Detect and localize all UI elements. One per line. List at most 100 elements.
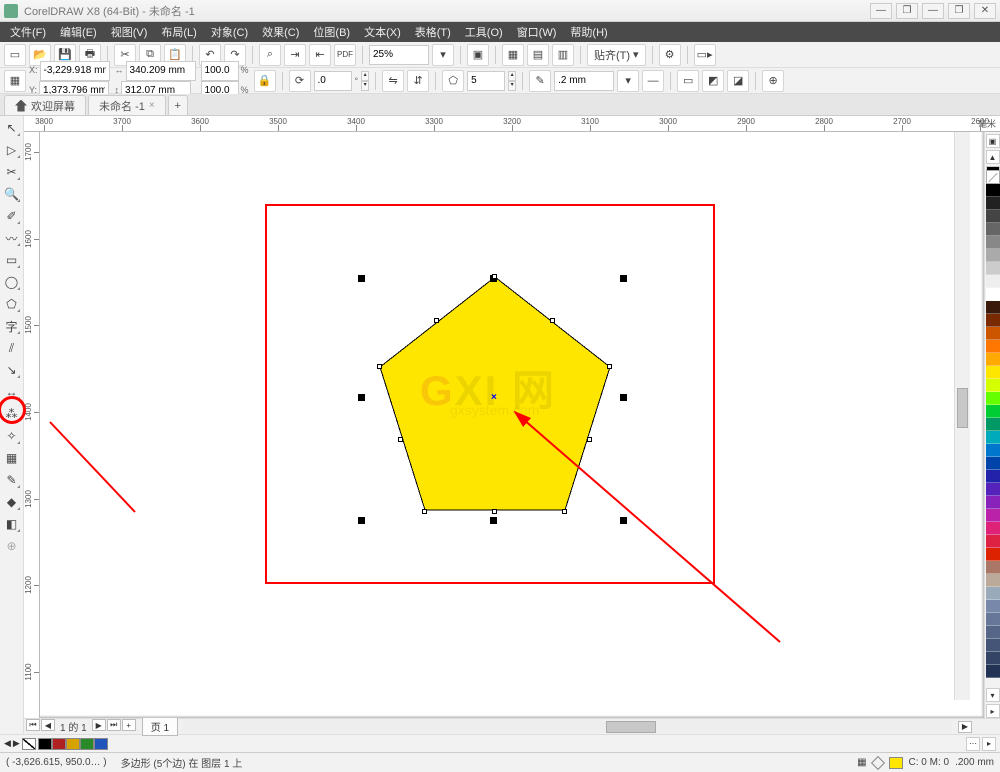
doc-swatch[interactable] bbox=[80, 738, 94, 750]
sel-handle-nw[interactable] bbox=[358, 275, 365, 282]
order-back-button[interactable]: ◪ bbox=[727, 70, 749, 92]
minimize-button[interactable]: — bbox=[922, 3, 944, 19]
color-swatch[interactable] bbox=[986, 301, 1000, 314]
polygon-tool[interactable]: ⬠ bbox=[2, 294, 22, 314]
color-swatch[interactable] bbox=[986, 366, 1000, 379]
docker-toggle-1[interactable]: ▣ bbox=[986, 134, 1000, 148]
transparency-tool[interactable]: ▦ bbox=[2, 448, 22, 468]
menu-window[interactable]: 窗口(W) bbox=[511, 22, 563, 42]
palette-down[interactable]: ▾ bbox=[986, 688, 1000, 702]
node-edge-r[interactable] bbox=[587, 437, 592, 442]
origin-button[interactable]: ▦ bbox=[4, 70, 26, 92]
tab-untitled[interactable]: 未命名 -1× bbox=[88, 95, 166, 115]
color-swatch[interactable] bbox=[986, 392, 1000, 405]
scrollbar-horizontal[interactable] bbox=[184, 721, 952, 733]
palette-menu[interactable]: ▸ bbox=[986, 704, 1000, 718]
color-swatch[interactable] bbox=[986, 665, 1000, 678]
mirror-h-button[interactable]: ⇋ bbox=[382, 70, 404, 92]
import-button[interactable]: ⇥ bbox=[284, 44, 306, 66]
launch-button[interactable]: ▭▸ bbox=[694, 44, 716, 66]
palette-opts1[interactable]: ⋯ bbox=[966, 737, 980, 751]
color-swatch[interactable] bbox=[986, 548, 1000, 561]
swatch-nocolor[interactable] bbox=[986, 170, 1000, 184]
color-swatch[interactable] bbox=[986, 353, 1000, 366]
color-proof-icon[interactable]: ▦ bbox=[857, 757, 866, 768]
options-button[interactable]: ⚙ bbox=[659, 44, 681, 66]
color-swatch[interactable] bbox=[986, 587, 1000, 600]
color-swatch[interactable] bbox=[986, 379, 1000, 392]
swatch-none[interactable] bbox=[22, 738, 36, 750]
color-swatch[interactable] bbox=[986, 535, 1000, 548]
sel-handle-s[interactable] bbox=[490, 517, 497, 524]
sel-handle-w[interactable] bbox=[358, 394, 365, 401]
scrollbar-v-thumb[interactable] bbox=[957, 388, 968, 428]
lock-ratio-button[interactable]: 🔒 bbox=[254, 70, 276, 92]
artistic-media-tool[interactable]: 〰 bbox=[2, 228, 22, 248]
node-edge-tl[interactable] bbox=[434, 318, 439, 323]
rotation-spinner[interactable]: ▴▾ bbox=[361, 71, 369, 91]
scalex-field[interactable] bbox=[201, 61, 239, 81]
tab-welcome[interactable]: 欢迎屏幕 bbox=[4, 95, 86, 115]
color-swatch[interactable] bbox=[986, 509, 1000, 522]
color-swatch[interactable] bbox=[986, 314, 1000, 327]
color-swatch[interactable] bbox=[986, 236, 1000, 249]
node-br[interactable] bbox=[562, 509, 567, 514]
page-next[interactable]: ▶ bbox=[92, 719, 106, 731]
scrollbar-vertical[interactable] bbox=[954, 132, 970, 700]
outline-width-field[interactable] bbox=[554, 71, 614, 91]
wrap-button[interactable]: ▭ bbox=[677, 70, 699, 92]
menu-effects[interactable]: 效果(C) bbox=[256, 22, 305, 42]
color-swatch[interactable] bbox=[986, 457, 1000, 470]
outline-style-button[interactable]: — bbox=[642, 70, 664, 92]
sel-handle-ne[interactable] bbox=[620, 275, 627, 282]
color-swatch[interactable] bbox=[986, 249, 1000, 262]
page-first[interactable]: ⏮ bbox=[26, 719, 40, 731]
grid2-button[interactable]: ▤ bbox=[527, 44, 549, 66]
color-swatch[interactable] bbox=[986, 431, 1000, 444]
page-prev[interactable]: ◀ bbox=[41, 719, 55, 731]
grid3-button[interactable]: ▥ bbox=[552, 44, 574, 66]
tab-new[interactable]: + bbox=[168, 95, 188, 115]
color-swatch[interactable] bbox=[986, 275, 1000, 288]
export-button[interactable]: ⇤ bbox=[309, 44, 331, 66]
wingroup-min-button[interactable]: — bbox=[870, 3, 892, 19]
menu-edit[interactable]: 编辑(E) bbox=[54, 22, 103, 42]
color-swatch[interactable] bbox=[986, 327, 1000, 340]
add-tool-button[interactable]: ⊕ bbox=[2, 536, 22, 556]
menu-view[interactable]: 视图(V) bbox=[105, 22, 154, 42]
outline-tool[interactable]: ◧ bbox=[2, 514, 22, 534]
outline-drop[interactable]: ▾ bbox=[617, 70, 639, 92]
x-field[interactable] bbox=[40, 61, 110, 81]
color-swatch[interactable] bbox=[986, 613, 1000, 626]
rectangle-tool[interactable]: ▭ bbox=[2, 250, 22, 270]
scrollbar-h-thumb[interactable] bbox=[606, 721, 656, 733]
color-swatch[interactable] bbox=[986, 288, 1000, 301]
grid1-button[interactable]: ▦ bbox=[502, 44, 524, 66]
color-swatch[interactable] bbox=[986, 340, 1000, 353]
search-button[interactable]: ⌕ bbox=[259, 44, 281, 66]
color-swatch[interactable] bbox=[986, 496, 1000, 509]
w-field[interactable] bbox=[126, 61, 196, 81]
scroll-right[interactable]: ▶ bbox=[958, 721, 972, 733]
current-fill-swatch[interactable] bbox=[889, 757, 903, 769]
page-last[interactable]: ⏭ bbox=[107, 719, 121, 731]
color-swatch[interactable] bbox=[986, 652, 1000, 665]
pdf-button[interactable]: PDF bbox=[334, 44, 356, 66]
color-swatch[interactable] bbox=[986, 184, 1000, 197]
doc-swatch[interactable] bbox=[94, 738, 108, 750]
freehand-tool[interactable]: ✐ bbox=[2, 206, 22, 226]
fill-indicator-icon[interactable] bbox=[870, 755, 884, 769]
zoom-tool[interactable]: 🔍 bbox=[2, 184, 22, 204]
doc-swatch[interactable] bbox=[66, 738, 80, 750]
restore-button[interactable]: ❐ bbox=[948, 3, 970, 19]
text-tool[interactable]: 字 bbox=[2, 316, 22, 336]
node-edge-b[interactable] bbox=[492, 509, 497, 514]
menu-layout[interactable]: 布局(L) bbox=[155, 22, 202, 42]
convert-curves-button[interactable]: ⊕ bbox=[762, 70, 784, 92]
eyedropper-tool[interactable]: ✎ bbox=[2, 470, 22, 490]
rotation-field[interactable] bbox=[314, 71, 352, 91]
menu-help[interactable]: 帮助(H) bbox=[564, 22, 613, 42]
doc-swatch[interactable] bbox=[52, 738, 66, 750]
snap-dropdown[interactable]: 贴齐(T)▾ bbox=[587, 44, 646, 66]
menu-file[interactable]: 文件(F) bbox=[4, 22, 52, 42]
